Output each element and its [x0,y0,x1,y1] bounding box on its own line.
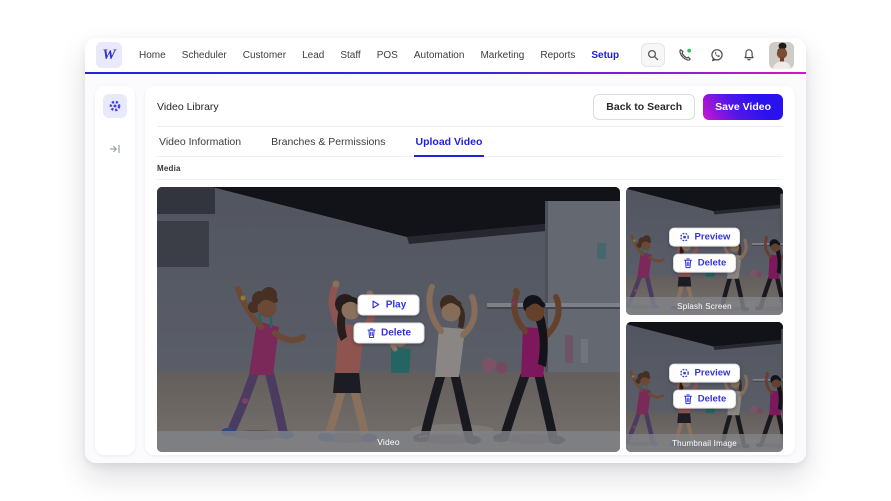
sidebar-collapse-icon[interactable] [109,142,121,160]
thumbnail-delete-label: Delete [697,393,727,405]
splash-caption: Splash Screen [626,297,783,315]
splash-controls: Preview Delete [668,227,741,273]
splash-preview-label: Preview [694,231,731,243]
phone-icon[interactable] [673,43,697,67]
user-avatar[interactable] [769,41,794,69]
page-title: Video Library [157,101,219,113]
top-navigation-bar: W Home Scheduler Customer Lead Staff POS… [85,38,806,72]
nav-item-scheduler[interactable]: Scheduler [182,50,227,61]
video-controls: Play Delete [352,294,425,344]
screenshot-stage: W Home Scheduler Customer Lead Staff POS… [0,0,891,501]
settings-sidebar [95,86,135,455]
tab-upload-video[interactable]: Upload Video [413,127,485,157]
header-actions: Back to Search Save Video [593,94,783,120]
nav-item-customer[interactable]: Customer [243,50,286,61]
main-nav: Home Scheduler Customer Lead Staff POS A… [139,50,619,61]
nav-item-lead[interactable]: Lead [302,50,324,61]
back-to-search-button[interactable]: Back to Search [593,94,696,120]
app-window: W Home Scheduler Customer Lead Staff POS… [85,38,806,463]
tab-video-information[interactable]: Video Information [157,127,243,157]
page-content: Video Library Back to Search Save Video … [85,74,806,463]
thumbnail-column: Preview Delete Splash Screen Preview Del… [626,187,783,452]
thumbnail-caption: Thumbnail Image [626,434,783,452]
video-library-panel: Video Library Back to Search Save Video … [145,86,795,455]
play-button[interactable]: Play [357,294,420,316]
nav-item-marketing[interactable]: Marketing [480,50,524,61]
search-icon[interactable] [641,43,665,67]
topbar-actions [641,41,794,69]
trash-icon [683,394,692,405]
play-button-label: Play [385,299,407,311]
nav-item-home[interactable]: Home [139,50,166,61]
trash-icon [366,327,375,338]
splash-delete-button[interactable]: Delete [672,253,737,273]
nav-item-reports[interactable]: Reports [540,50,575,61]
tab-branches-permissions[interactable]: Branches & Permissions [269,127,387,157]
eye-icon [679,232,689,242]
thumbnail-controls: Preview Delete [668,363,741,409]
nav-item-pos[interactable]: POS [377,50,398,61]
save-video-button[interactable]: Save Video [703,94,783,120]
splash-screen-preview: Preview Delete Splash Screen [626,187,783,315]
thumbnail-preview-label: Preview [694,367,731,379]
splash-delete-label: Delete [697,257,727,269]
bell-icon[interactable] [737,43,761,67]
media-grid: Play Delete Video Preview Delete Splash … [157,187,783,452]
gear-icon[interactable] [103,94,127,118]
brand-logo[interactable]: W [96,42,122,68]
nav-item-setup[interactable]: Setup [591,50,619,61]
play-icon [372,300,380,309]
video-preview: Play Delete Video [157,187,620,452]
nav-item-automation[interactable]: Automation [414,50,465,61]
thumbnail-delete-button[interactable]: Delete [672,389,737,409]
panel-header: Video Library Back to Search Save Video [157,94,783,127]
thumbnail-image-preview: Preview Delete Thumbnail Image [626,322,783,452]
splash-preview-button[interactable]: Preview [668,227,741,247]
video-caption: Video [157,431,620,452]
whatsapp-icon[interactable] [705,43,729,67]
tab-bar: Video Information Branches & Permissions… [157,127,783,157]
video-delete-button[interactable]: Delete [352,322,425,344]
nav-item-staff[interactable]: Staff [340,50,360,61]
thumbnail-preview-button[interactable]: Preview [668,363,741,383]
trash-icon [683,258,692,269]
media-section-label: Media [157,157,783,180]
video-delete-label: Delete [380,327,412,339]
eye-icon [679,368,689,378]
